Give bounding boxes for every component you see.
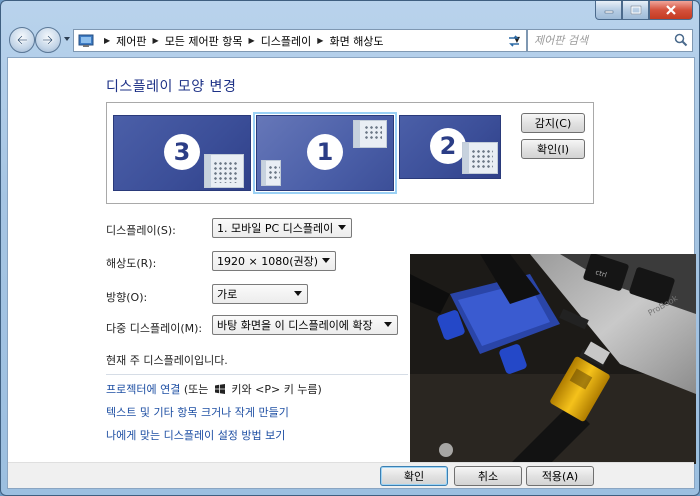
- multiple-displays-select-value: 바탕 화면을 이 디스플레이에 확장: [217, 319, 373, 332]
- monitor-3[interactable]: 3: [113, 115, 251, 191]
- primary-display-note: 현재 주 디스플레이입니다.: [106, 354, 228, 367]
- window-icon: [204, 154, 244, 188]
- refresh-icon: [509, 34, 519, 47]
- divider: [106, 374, 408, 375]
- breadcrumb-item[interactable]: 디스플레이: [261, 33, 312, 49]
- history-dropdown-icon[interactable]: [63, 35, 71, 43]
- breadcrumb-arrow-icon[interactable]: ▶: [317, 36, 323, 45]
- cancel-button[interactable]: 취소: [454, 466, 522, 486]
- search-input[interactable]: [534, 34, 664, 47]
- address-bar[interactable]: ▶ 제어판 ▶ 모든 제어판 항목 ▶ 디스플레이 ▶ 화면 해상도 ▼: [73, 29, 527, 52]
- control-panel-icon: [78, 34, 94, 47]
- text-size-link[interactable]: 텍스트 및 기타 항목 크거나 작게 만들기: [106, 404, 289, 420]
- display-select-value: 1. 모바일 PC 디스플레이: [217, 222, 334, 235]
- projector-row: 프로젝터에 연결 (또는 키와 <P> 키 누름): [106, 381, 322, 397]
- forward-arrow-icon: [43, 35, 54, 45]
- breadcrumb-arrow-icon[interactable]: ▶: [153, 36, 159, 45]
- display-select[interactable]: 1. 모바일 PC 디스플레이: [212, 218, 352, 238]
- resolution-select[interactable]: 1920 × 1080(권장): [212, 251, 336, 271]
- windows-logo-icon: [214, 384, 225, 394]
- orientation-select[interactable]: 가로: [212, 284, 308, 304]
- minimize-icon: [604, 10, 613, 14]
- projector-hint-suffix: 키와 <P> 키 누름): [231, 383, 322, 396]
- orientation-select-value: 가로: [217, 288, 238, 301]
- forward-button[interactable]: [35, 27, 61, 53]
- monitor-number: 3: [164, 134, 200, 170]
- projector-hint-prefix: (또는: [183, 383, 209, 396]
- window-frame: ▶ 제어판 ▶ 모든 제어판 항목 ▶ 디스플레이 ▶ 화면 해상도 ▼ 디스플…: [0, 0, 700, 496]
- detect-button[interactable]: 감지(C): [521, 113, 585, 133]
- dialog-footer: 확인 취소 적용(A): [8, 462, 694, 488]
- monitor-number: 2: [430, 128, 466, 164]
- search-icon[interactable]: [674, 33, 688, 47]
- content-pane: 디스플레이 모양 변경 3 1 2 감지(C) 확인(I) 디스플레이(S): …: [7, 57, 696, 489]
- orientation-label: 방향(O):: [106, 291, 148, 304]
- window-icon: [462, 142, 498, 174]
- search-box: [527, 29, 693, 52]
- page-title: 디스플레이 모양 변경: [106, 79, 237, 95]
- dropdown-arrow-icon: [322, 258, 330, 263]
- resolution-select-value: 1920 × 1080(권장): [217, 255, 319, 268]
- dropdown-arrow-icon: [294, 291, 302, 296]
- monitor-number: 1: [307, 134, 343, 170]
- breadcrumb-item[interactable]: 모든 제어판 항목: [165, 33, 243, 49]
- connect-projector-link[interactable]: 프로젝터에 연결: [106, 383, 180, 396]
- cables-photo: ctrl ProBook: [410, 254, 696, 464]
- dropdown-arrow-icon: [338, 225, 346, 230]
- monitor-1[interactable]: 1: [253, 112, 397, 194]
- breadcrumb-item[interactable]: 화면 해상도: [329, 33, 383, 49]
- breadcrumb-item[interactable]: 제어판: [116, 33, 146, 49]
- close-icon: [666, 5, 676, 15]
- ok-button[interactable]: 확인: [380, 466, 448, 486]
- back-arrow-icon: [16, 35, 27, 45]
- refresh-button[interactable]: [503, 29, 525, 52]
- breadcrumb: ▶ 제어판 ▶ 모든 제어판 항목 ▶ 디스플레이 ▶ 화면 해상도: [98, 33, 384, 49]
- apply-button[interactable]: 적용(A): [526, 466, 594, 486]
- multiple-displays-label: 다중 디스플레이(M):: [106, 322, 203, 335]
- monitor-2[interactable]: 2: [399, 115, 501, 179]
- breadcrumb-arrow-icon[interactable]: ▶: [104, 36, 110, 45]
- navigation-bar: ▶ 제어판 ▶ 모든 제어판 항목 ▶ 디스플레이 ▶ 화면 해상도 ▼: [7, 25, 695, 57]
- close-button[interactable]: [649, 1, 693, 20]
- dropdown-arrow-icon: [384, 322, 392, 327]
- back-button[interactable]: [9, 27, 35, 53]
- breadcrumb-arrow-icon[interactable]: ▶: [249, 36, 255, 45]
- display-label: 디스플레이(S):: [106, 224, 176, 237]
- maximize-button[interactable]: [622, 1, 649, 20]
- window-icon: [261, 160, 281, 186]
- resolution-label: 해상도(R):: [106, 257, 157, 270]
- display-help-link[interactable]: 나에게 맞는 디스플레이 설정 방법 보기: [106, 427, 285, 443]
- window-icon: [353, 120, 387, 148]
- identify-button[interactable]: 확인(I): [521, 139, 585, 159]
- caption-buttons: [595, 1, 693, 21]
- monitor-arrangement: 3 1 2 감지(C) 확인(I): [106, 102, 594, 204]
- minimize-button[interactable]: [595, 1, 622, 20]
- multiple-displays-select[interactable]: 바탕 화면을 이 디스플레이에 확장: [212, 315, 398, 335]
- maximize-icon: [630, 5, 641, 15]
